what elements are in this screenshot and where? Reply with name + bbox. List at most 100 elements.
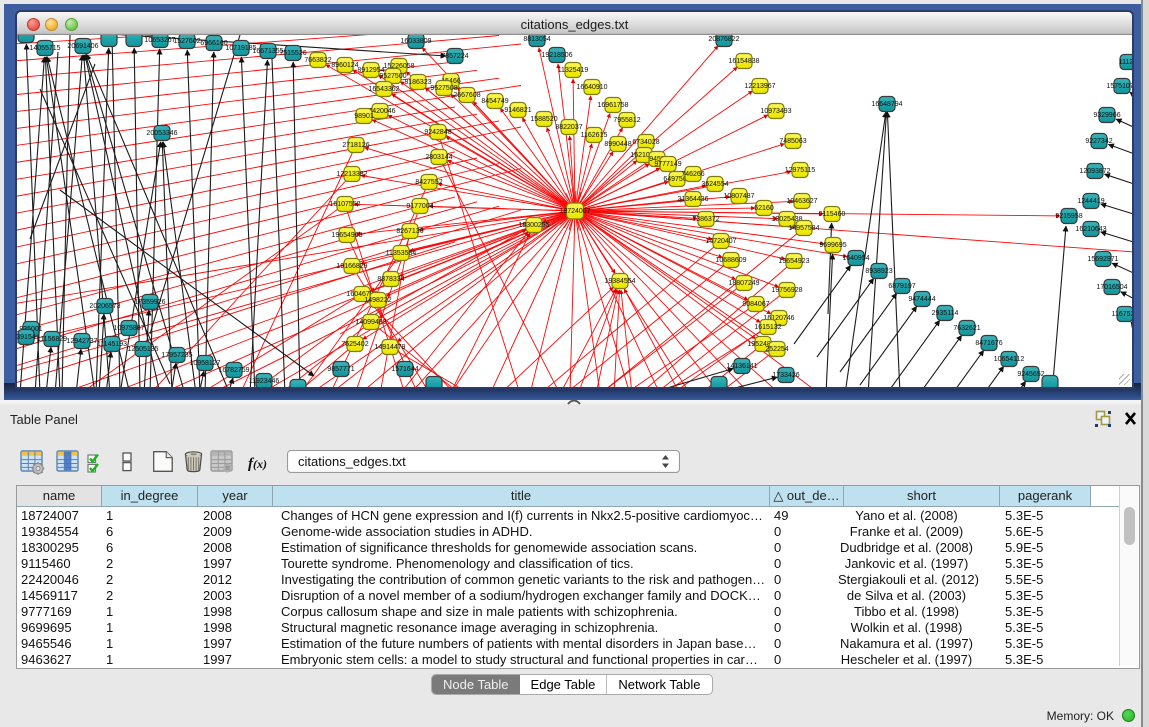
svg-text:9329966: 9329966 [1093, 112, 1120, 119]
svg-text:19166829: 19166829 [336, 263, 367, 270]
svg-text:14136141: 14136141 [726, 363, 757, 370]
svg-text:3624554: 3624554 [701, 181, 728, 188]
svg-text:10973493: 10973493 [760, 108, 791, 115]
svg-text:11923446: 11923446 [249, 378, 280, 385]
svg-text:16154838: 16154838 [728, 58, 759, 65]
svg-text:6734028: 6734028 [632, 139, 659, 146]
svg-text:1244419: 1244419 [1077, 198, 1104, 205]
svg-text:7625402: 7625402 [341, 341, 368, 348]
svg-text:14720407: 14720407 [705, 238, 736, 245]
svg-text:10654112: 10654112 [994, 356, 1025, 363]
svg-text:7632621: 7632621 [953, 325, 980, 332]
svg-text:8960124: 8960124 [331, 62, 358, 69]
svg-text:14055715: 14055715 [29, 45, 60, 52]
svg-text:10807487: 10807487 [723, 193, 754, 200]
svg-text:2935114: 2935114 [932, 310, 959, 317]
svg-text:19218506: 19218506 [541, 52, 572, 59]
svg-text:11156829: 11156829 [37, 336, 67, 343]
svg-text:14914479: 14914479 [374, 344, 405, 351]
svg-text:8454749: 8454749 [481, 98, 508, 105]
svg-text:19756928: 19756928 [771, 287, 802, 294]
svg-text:98901: 98901 [354, 113, 374, 120]
svg-text:11145193: 11145193 [97, 341, 127, 348]
svg-text:7955812: 7955812 [613, 117, 640, 124]
svg-text:12505135: 12505135 [127, 346, 158, 353]
svg-text:6966160: 6966160 [200, 40, 227, 47]
svg-text:8267130: 8267130 [396, 228, 423, 235]
svg-text:10653267: 10653267 [144, 37, 175, 44]
svg-text:9115460: 9115460 [819, 211, 846, 218]
svg-text:12093872: 12093872 [1079, 168, 1110, 175]
svg-text:20876822: 20876822 [708, 36, 739, 43]
svg-text:18300295: 18300295 [518, 222, 549, 229]
svg-text:1527602: 1527602 [173, 38, 200, 45]
svg-text:16543362: 16543362 [368, 86, 399, 93]
svg-text:7386372: 7386372 [692, 216, 719, 223]
svg-text:14099489: 14099489 [355, 319, 386, 326]
svg-text:15751074: 15751074 [1106, 83, 1132, 90]
svg-text:9527508: 9527508 [430, 85, 457, 92]
svg-text:9474444: 9474444 [908, 296, 935, 303]
svg-text:11353584: 11353584 [386, 250, 417, 257]
svg-text:19654965: 19654965 [331, 232, 362, 239]
svg-text:8813054: 8813054 [523, 36, 550, 43]
svg-text:19463627: 19463627 [786, 198, 817, 205]
svg-text:10958127: 10958127 [189, 360, 220, 367]
svg-text:10975887: 10975887 [113, 325, 144, 332]
svg-text:11325419: 11325419 [558, 67, 589, 74]
svg-text:7485063: 7485063 [779, 138, 806, 145]
svg-text:1588520: 1588520 [530, 116, 557, 123]
svg-text:16210643: 16210643 [1075, 226, 1106, 233]
svg-text:8878334: 8878334 [377, 276, 404, 283]
svg-text:12213382: 12213382 [336, 171, 367, 178]
svg-text:9777149: 9777149 [654, 161, 681, 168]
svg-text:9146821: 9146821 [504, 107, 531, 114]
svg-text:8427552: 8427552 [415, 179, 442, 186]
svg-text:17359926: 17359926 [134, 299, 165, 306]
svg-text:9527500: 9527500 [379, 73, 406, 80]
svg-text:16640910: 16640910 [576, 84, 607, 91]
svg-text:17016504: 17016504 [1096, 284, 1127, 291]
svg-text:1640954: 1640954 [842, 255, 869, 262]
svg-text:1571644: 1571644 [391, 366, 418, 373]
svg-text:2803144: 2803144 [425, 154, 452, 161]
svg-text:16961758: 16961758 [597, 102, 628, 109]
svg-text:16033809: 16033809 [400, 38, 431, 45]
svg-text:14957584: 14957584 [788, 225, 819, 232]
svg-text:1498222: 1498222 [364, 297, 391, 304]
svg-text:f(x): f(x) [248, 456, 267, 472]
svg-text:1615132: 1615132 [754, 324, 781, 331]
svg-text:1162615: 1162615 [581, 132, 608, 139]
svg-text:9227342: 9227342 [1085, 138, 1112, 145]
svg-text:62160: 62160 [754, 205, 774, 212]
svg-text:6879197: 6879197 [888, 283, 915, 290]
svg-text:7663822: 7663822 [304, 57, 331, 64]
svg-text:9242848: 9242848 [424, 129, 451, 136]
svg-text:15692971: 15692971 [1087, 256, 1118, 263]
svg-text:17957235: 17957235 [161, 352, 192, 359]
svg-text:12213967: 12213967 [744, 83, 775, 90]
svg-text:9084067: 9084067 [742, 301, 769, 308]
svg-text:20691406: 20691406 [67, 43, 98, 50]
svg-text:10688609: 10688609 [715, 257, 746, 264]
svg-text:9177004: 9177004 [406, 203, 433, 210]
svg-text:16648794: 16648794 [871, 101, 902, 108]
svg-text:11122: 11122 [1119, 59, 1132, 66]
svg-text:2667608: 2667608 [453, 92, 480, 99]
svg-text:9699695: 9699695 [819, 242, 846, 249]
svg-text:8990448: 8990448 [604, 141, 631, 148]
svg-text:12975115: 12975115 [785, 167, 816, 174]
svg-text:7515526: 7515526 [279, 50, 306, 57]
svg-text:9215958: 9215958 [1055, 213, 1082, 220]
svg-text:19654923: 19654923 [778, 258, 809, 265]
svg-text:252254: 252254 [765, 346, 788, 353]
svg-text:8186323: 8186323 [404, 79, 431, 86]
svg-text:12942737: 12942737 [66, 338, 97, 345]
svg-text:39154: 39154 [17, 334, 36, 341]
svg-text:20053346: 20053346 [146, 130, 177, 137]
svg-text:1167533: 1167533 [1112, 311, 1132, 318]
svg-text:18724007: 18724007 [559, 208, 590, 215]
svg-text:746266: 746266 [681, 171, 704, 178]
svg-text:2718126: 2718126 [342, 142, 369, 149]
svg-text:8822037: 8822037 [555, 124, 582, 131]
